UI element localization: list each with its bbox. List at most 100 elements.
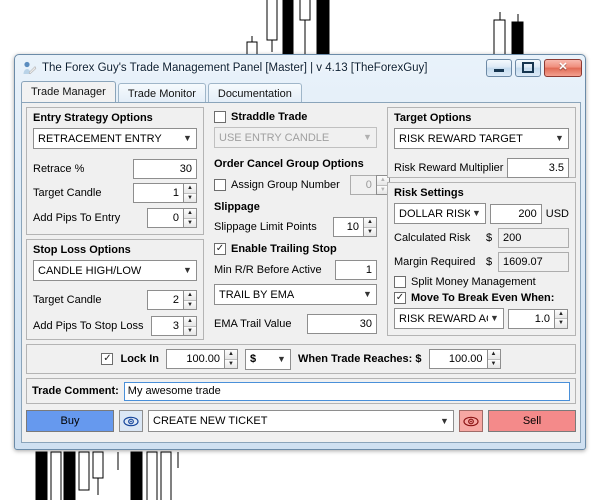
sell-preview-button[interactable] [459, 410, 483, 432]
ticket-select[interactable]: CREATE NEW TICKET ▼ [148, 410, 454, 432]
lock-in-amount-stepper[interactable]: 100.00 ▲ ▼ [166, 349, 238, 369]
lock-in-amount-input[interactable]: 100.00 [166, 349, 224, 369]
spin-down-icon[interactable]: ▼ [488, 360, 500, 369]
lock-in-amount-spin-buttons[interactable]: ▲ ▼ [224, 349, 238, 369]
chevron-down-icon: ▼ [181, 266, 194, 275]
lock-in-checkbox[interactable]: ✓ [101, 353, 113, 365]
buy-preview-button[interactable] [119, 410, 143, 432]
spin-up-icon[interactable]: ▲ [184, 184, 196, 194]
risk-amount-input[interactable]: 200 [490, 204, 542, 224]
split-money-checkbox[interactable]: ✓ [394, 276, 406, 288]
chevron-down-icon: ▼ [438, 417, 451, 426]
straddle-checkbox[interactable]: ✓ [214, 111, 226, 123]
risk-mode-value: DOLLAR RISK [399, 208, 470, 220]
split-money-row[interactable]: ✓ Split Money Management [394, 276, 569, 288]
break-even-mode-select[interactable]: RISK REWARD ACHIEV ▼ [394, 308, 504, 329]
trailing-stop-checkbox-row[interactable]: ✓ Enable Trailing Stop [214, 243, 377, 255]
calculated-risk-symbol: $ [486, 232, 498, 244]
entry-strategy-value: RETRACEMENT ENTRY [38, 133, 181, 145]
spin-down-icon[interactable]: ▼ [225, 360, 237, 369]
risk-settings-header: Risk Settings [394, 187, 569, 199]
window-titlebar: The Forex Guy's Trade Management Panel [… [15, 55, 585, 80]
break-even-spin-buttons[interactable]: ▲ ▼ [554, 309, 568, 329]
when-trade-reaches-label: When Trade Reaches: $ [298, 353, 422, 365]
rr-multiplier-input[interactable]: 3.5 [507, 158, 569, 178]
assign-group-checkbox[interactable]: ✓ [214, 179, 226, 191]
slippage-stepper[interactable]: 10 ▲ ▼ [333, 217, 377, 237]
risk-mode-select[interactable]: DOLLAR RISK ▼ [394, 203, 486, 224]
entry-target-candle-input[interactable]: 1 [133, 183, 183, 203]
entry-strategy-header: Entry Strategy Options [33, 112, 197, 124]
trail-mode-select[interactable]: TRAIL BY EMA ▼ [214, 284, 377, 305]
add-pips-sl-row: Add Pips To Stop Loss 3 ▲ ▼ [33, 316, 197, 336]
sl-target-candle-row: Target Candle 2 ▲ ▼ [33, 290, 197, 310]
tab-trade-monitor[interactable]: Trade Monitor [118, 83, 206, 103]
sell-button[interactable]: Sell [488, 410, 576, 432]
spin-up-icon[interactable]: ▲ [184, 209, 196, 219]
ema-trail-label: EMA Trail Value [214, 318, 291, 330]
trade-reaches-input[interactable]: 100.00 [429, 349, 487, 369]
straddle-checkbox-row[interactable]: ✓ Straddle Trade [214, 111, 377, 123]
sl-target-candle-label: Target Candle [33, 294, 102, 306]
entry-target-candle-spin-buttons[interactable]: ▲ ▼ [183, 183, 197, 203]
spin-up-icon[interactable]: ▲ [225, 350, 237, 360]
trail-mode-value: TRAIL BY EMA [219, 289, 361, 301]
assign-group-label: Assign Group Number [231, 179, 340, 191]
chevron-down-icon: ▼ [361, 290, 374, 299]
trailing-stop-checkbox[interactable]: ✓ [214, 243, 226, 255]
minimize-button[interactable] [486, 59, 512, 77]
trade-reaches-spin-buttons[interactable]: ▲ ▼ [487, 349, 501, 369]
spin-down-icon[interactable]: ▼ [184, 219, 196, 228]
break-even-row[interactable]: ✓ Move To Break Even When: [394, 292, 569, 304]
stop-loss-select[interactable]: CANDLE HIGH/LOW ▼ [33, 260, 197, 281]
target-options-select[interactable]: RISK REWARD TARGET ▼ [394, 128, 569, 149]
group-number-input[interactable]: 0 [350, 175, 376, 195]
break-even-value-stepper[interactable]: 1.0 ▲ ▼ [508, 309, 568, 329]
entry-strategy-group: Entry Strategy Options RETRACEMENT ENTRY… [26, 107, 204, 235]
spin-up-icon[interactable]: ▲ [488, 350, 500, 360]
spin-up-icon[interactable]: ▲ [184, 291, 196, 301]
add-pips-entry-spin-buttons[interactable]: ▲ ▼ [183, 208, 197, 228]
sl-target-candle-stepper[interactable]: 2 ▲ ▼ [147, 290, 197, 310]
slippage-input[interactable]: 10 [333, 217, 363, 237]
spin-down-icon[interactable]: ▼ [184, 301, 196, 310]
add-pips-entry-input[interactable]: 0 [147, 208, 183, 228]
spin-down-icon[interactable]: ▼ [555, 319, 567, 328]
calculated-risk-row: Calculated Risk $ 200 [394, 228, 569, 248]
retrace-input[interactable]: 30 [133, 159, 197, 179]
spin-up-icon[interactable]: ▲ [184, 317, 196, 327]
min-rr-input[interactable]: 1 [335, 260, 377, 280]
sl-target-candle-spin-buttons[interactable]: ▲ ▼ [183, 290, 197, 310]
split-money-label: Split Money Management [411, 276, 536, 288]
spin-up-icon[interactable]: ▲ [364, 218, 376, 228]
group-number-stepper[interactable]: 0 ▲ ▼ [350, 175, 390, 195]
add-pips-sl-stepper[interactable]: 3 ▲ ▼ [151, 316, 197, 336]
lock-in-bar: ✓ Lock In 100.00 ▲ ▼ $ ▼ When Trade Reac… [26, 344, 576, 374]
risk-currency-label: USD [546, 208, 569, 220]
trade-comment-input[interactable]: My awesome trade [124, 382, 570, 401]
entry-target-candle-stepper[interactable]: 1 ▲ ▼ [133, 183, 197, 203]
ema-trail-input[interactable]: 30 [307, 314, 377, 334]
lock-in-unit-select[interactable]: $ ▼ [245, 349, 291, 370]
maximize-button[interactable] [515, 59, 541, 77]
break-even-checkbox[interactable]: ✓ [394, 292, 406, 304]
add-pips-sl-input[interactable]: 3 [151, 316, 183, 336]
spin-down-icon[interactable]: ▼ [184, 194, 196, 203]
entry-strategy-select[interactable]: RETRACEMENT ENTRY ▼ [33, 128, 197, 149]
spin-down-icon[interactable]: ▼ [184, 327, 196, 336]
tab-documentation[interactable]: Documentation [208, 83, 302, 103]
add-pips-entry-stepper[interactable]: 0 ▲ ▼ [147, 208, 197, 228]
straddle-label: Straddle Trade [231, 111, 307, 123]
tab-trade-manager[interactable]: Trade Manager [21, 81, 116, 103]
break-even-value-input[interactable]: 1.0 [508, 309, 554, 329]
straddle-candle-select[interactable]: USE ENTRY CANDLE ▼ [214, 127, 377, 148]
spin-down-icon[interactable]: ▼ [364, 228, 376, 237]
close-button[interactable]: ✕ [544, 59, 582, 77]
chevron-down-icon: ▼ [470, 209, 483, 218]
add-pips-sl-spin-buttons[interactable]: ▲ ▼ [183, 316, 197, 336]
spin-up-icon[interactable]: ▲ [555, 310, 567, 320]
sl-target-candle-input[interactable]: 2 [147, 290, 183, 310]
buy-button[interactable]: Buy [26, 410, 114, 432]
slippage-spin-buttons[interactable]: ▲ ▼ [363, 217, 377, 237]
trade-reaches-stepper[interactable]: 100.00 ▲ ▼ [429, 349, 501, 369]
